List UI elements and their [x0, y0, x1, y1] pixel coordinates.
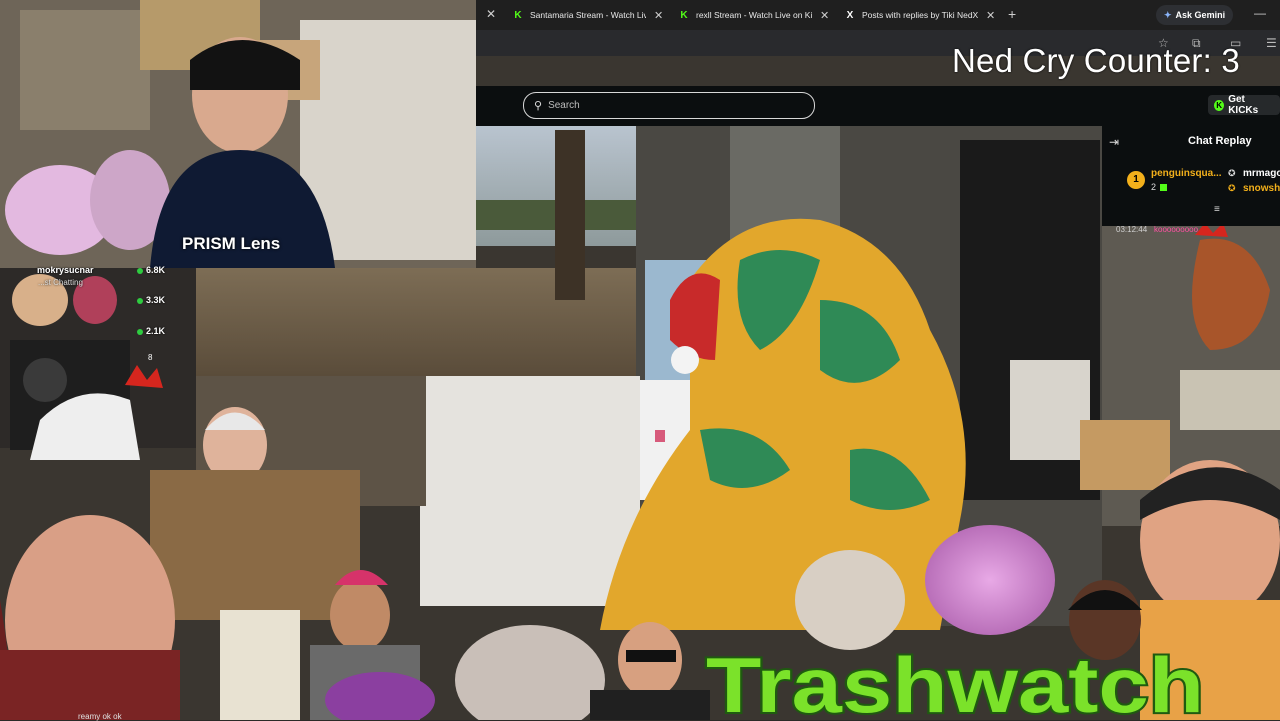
- viewer-stat: 6.8K: [137, 265, 165, 275]
- get-kicks-label: Get KICKs: [1228, 94, 1259, 116]
- x-icon: X: [846, 9, 854, 21]
- chat-title: Chat Replay: [1188, 135, 1252, 147]
- browser-tab-santamaria[interactable]: K Santamaria Stream - Watch Live ✕: [512, 4, 663, 26]
- kick-icon: K: [680, 9, 688, 21]
- gemini-sparkle-icon: ✦: [1164, 9, 1172, 20]
- top-gifter-name[interactable]: penguinsqua...: [1151, 168, 1223, 179]
- shirt-logo-text: PRISM Lens: [182, 234, 281, 253]
- collapse-chat-icon[interactable]: ⇥: [1109, 135, 1119, 149]
- close-tab-icon[interactable]: ✕: [986, 9, 995, 22]
- pinned-message-icon[interactable]: ≡: [1214, 204, 1220, 215]
- viewer-stat: 3.3K: [137, 295, 165, 305]
- top-gifter-count: 2: [1151, 182, 1157, 192]
- trashwatch-logo: Trashwatch: [704, 639, 1206, 720]
- live-dot-icon: [137, 328, 143, 335]
- leaderboard-streamer-name: mokrysucnar: [37, 265, 94, 275]
- browser-tab-x-posts[interactable]: X Posts with replies by Tiki NedX ✕: [844, 4, 996, 26]
- ask-gemini-button[interactable]: ✦ Ask Gemini: [1156, 5, 1234, 25]
- leaderboard-category: ...st Chatting: [38, 278, 83, 287]
- chat-message-timestamp: 03:12:44: [1116, 225, 1148, 234]
- ask-gemini-label: Ask Gemini: [1175, 10, 1226, 20]
- top-gifter-name[interactable]: mrmago: [1243, 168, 1280, 179]
- search-icon: ⚲: [534, 100, 543, 112]
- close-tab-icon[interactable]: ✕: [484, 7, 498, 21]
- search-placeholder: Search: [548, 100, 580, 111]
- kick-coin-icon: K: [1214, 99, 1225, 111]
- new-tab-button[interactable]: +: [1008, 6, 1016, 22]
- rank-badge: 1: [1127, 171, 1145, 189]
- browser-tab-rexll[interactable]: K rexll Stream - Watch Live on Kick ✕: [678, 4, 829, 26]
- logo-text: Trashwatch: [706, 641, 1204, 720]
- close-tab-icon[interactable]: ✕: [820, 9, 829, 22]
- search-input[interactable]: ⚲ Search: [523, 92, 815, 119]
- menu-icon[interactable]: ☰: [1266, 36, 1277, 50]
- gift-gem-icon: [1160, 184, 1167, 191]
- tab-title: Santamaria Stream - Watch Live: [530, 10, 646, 20]
- gifter-badge-icon: ✪: [1228, 183, 1236, 193]
- leaderboard-partial-stat: 8: [148, 353, 153, 362]
- live-dot-icon: [137, 297, 143, 304]
- top-gifter-name[interactable]: snowsh: [1243, 183, 1280, 194]
- kick-icon: K: [514, 9, 522, 21]
- gifter-badge-icon: ✪: [1228, 168, 1236, 178]
- chat-message-username[interactable]: kooooooooo: [1154, 225, 1198, 234]
- minimize-window-button[interactable]: —: [1254, 6, 1266, 20]
- get-kicks-button[interactable]: K Get KICKs: [1208, 94, 1280, 116]
- tab-title: Posts with replies by Tiki NedX: [862, 10, 978, 20]
- viewer-stat: 2.1K: [137, 326, 165, 336]
- close-tab-icon[interactable]: ✕: [654, 9, 663, 22]
- live-dot-icon: [137, 267, 143, 274]
- cry-counter-overlay: Ned Cry Counter: 3: [952, 42, 1240, 79]
- tab-title: rexll Stream - Watch Live on Kick: [696, 10, 812, 20]
